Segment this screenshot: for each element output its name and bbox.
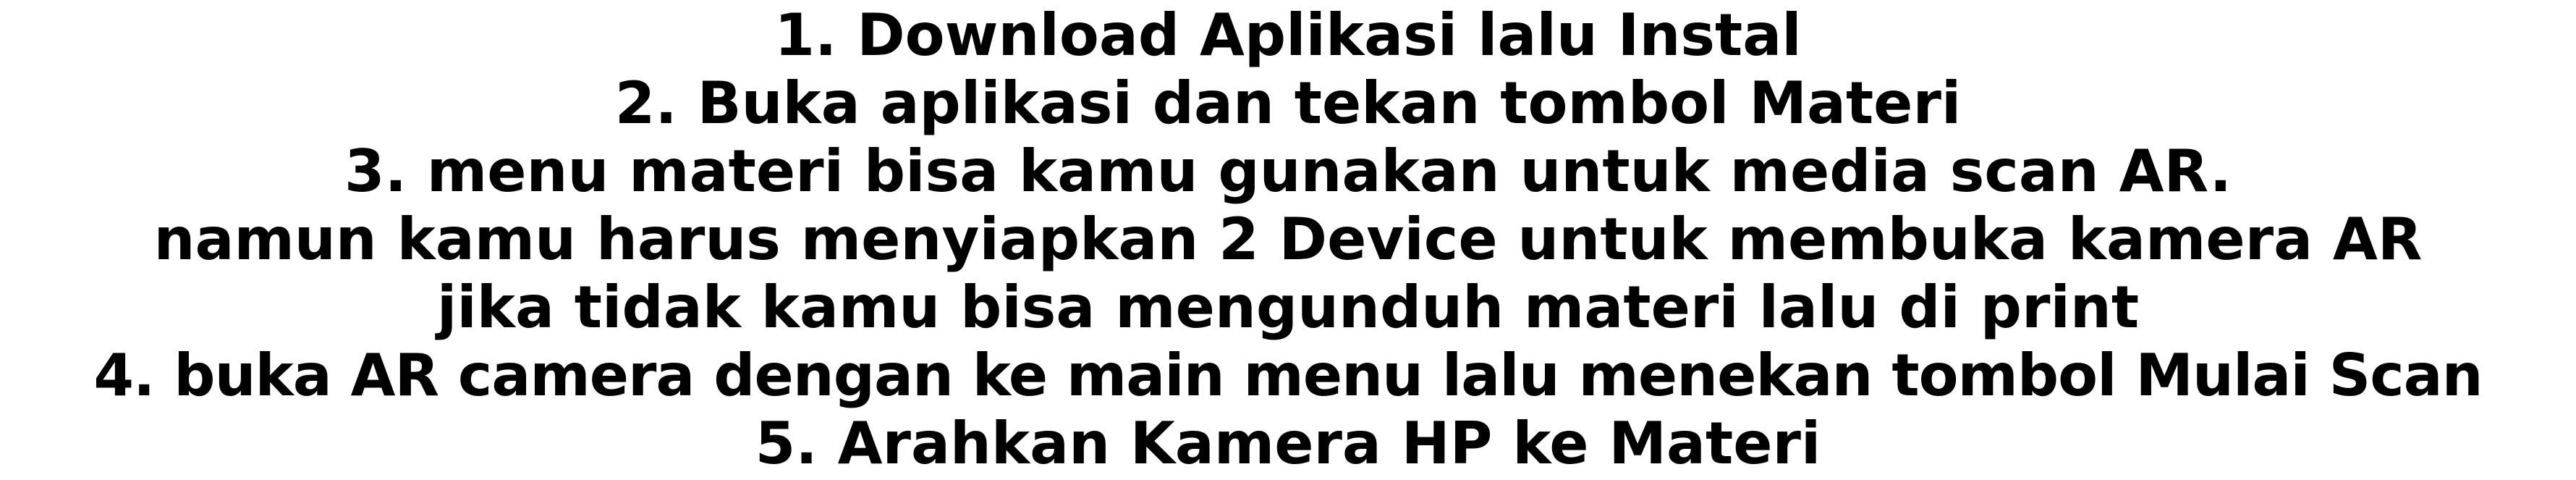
instruction-list: 1. Download Aplikasi lalu Instal 2. Buka… <box>0 0 2576 480</box>
instruction-step-3-alternative: jika tidak kamu bisa mengunduh materi la… <box>436 274 2140 341</box>
instruction-step-2: 2. Buka aplikasi dan tekan tombol Materi <box>614 70 1962 137</box>
instruction-step-4: 4. buka AR camera dengan ke main menu la… <box>93 342 2483 409</box>
instruction-step-5: 5. Arahkan Kamera HP ke Materi <box>755 410 1821 477</box>
instruction-step-3: 3. menu materi bisa kamu gunakan untuk m… <box>344 138 2232 205</box>
instruction-step-1: 1. Download Aplikasi lalu Instal <box>774 1 1802 69</box>
instruction-step-3-note: namun kamu harus menyiapkan 2 Device unt… <box>153 206 2423 273</box>
